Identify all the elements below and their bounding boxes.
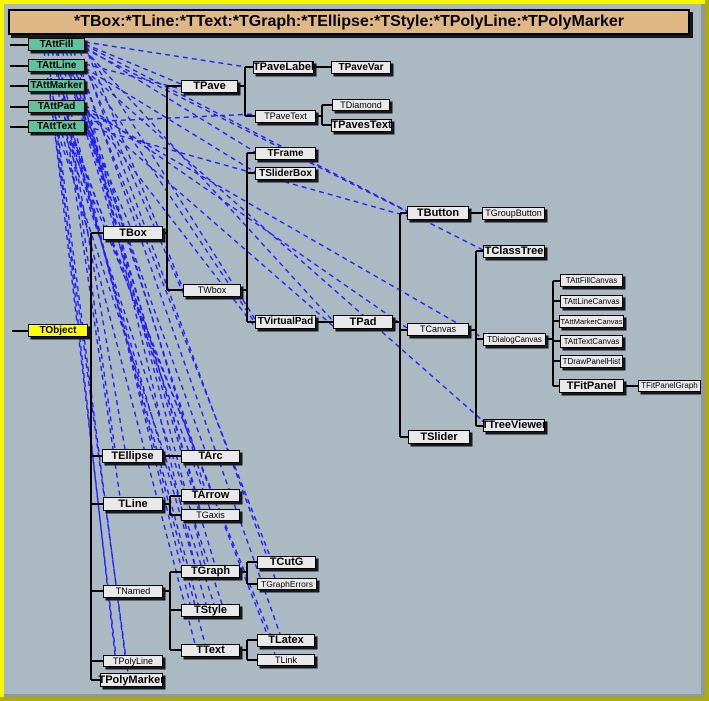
class-node-TSlider[interactable]: TSlider	[408, 430, 470, 444]
reference-edge	[70, 133, 275, 654]
class-node-TVirtualPad[interactable]: TVirtualPad	[255, 315, 316, 329]
class-node-TGroupButton[interactable]: TGroupButton	[482, 207, 545, 220]
class-node-TPaveLabel[interactable]: TPaveLabel	[253, 61, 314, 74]
reference-edge	[44, 51, 128, 673]
title-pave: *TBox:*TLine:*TText:*TGraph:*TEllipse:*T…	[8, 9, 690, 35]
class-node-TPolyMarker[interactable]: TPolyMarker	[100, 673, 163, 687]
class-node-TPave[interactable]: TPave	[181, 80, 238, 93]
class-node-TFitPanel[interactable]: TFitPanel	[559, 379, 624, 393]
class-node-TPavesText[interactable]: TPavesText	[331, 119, 392, 132]
class-node-TWbox[interactable]: TWbox	[183, 284, 241, 297]
class-node-TLine[interactable]: TLine	[103, 497, 163, 511]
class-node-TBox[interactable]: TBox	[103, 226, 163, 240]
frame-top	[0, 0, 709, 4]
class-node-TObject[interactable]: TObject	[28, 324, 88, 337]
class-node-TAttText[interactable]: TAttText	[28, 120, 85, 133]
class-node-TCanvas[interactable]: TCanvas	[407, 323, 469, 336]
class-node-TGraph[interactable]: TGraph	[181, 565, 240, 578]
class-node-TTreeViewer[interactable]: TTreeViewer	[483, 419, 545, 432]
class-node-TSliderBox[interactable]: TSliderBox	[255, 167, 316, 180]
class-node-TGaxis[interactable]: TGaxis	[181, 509, 240, 521]
class-node-TAttFillCanvas[interactable]: TAttFillCanvas	[560, 274, 623, 287]
class-node-TAttMarkerCanvas[interactable]: TAttMarkerCanvas	[559, 315, 624, 328]
root-canvas: TAttFill TAttLine TAttMarker TAttPad TAttTex…	[0, 0, 709, 701]
reference-edge	[85, 47, 255, 152]
class-node-TFrame[interactable]: TFrame	[255, 147, 316, 160]
class-node-TAttPad[interactable]: TAttPad	[28, 100, 85, 113]
class-node-TAttTextCanvas[interactable]: TAttTextCanvas	[560, 335, 623, 348]
class-node-TPolyLine[interactable]: TPolyLine	[103, 655, 163, 667]
class-node-TLatex[interactable]: TLatex	[257, 634, 315, 647]
reference-edge	[52, 51, 205, 644]
class-node-TArc[interactable]: TArc	[181, 450, 240, 463]
class-node-TAttMarker[interactable]: TAttMarker	[28, 79, 85, 92]
reference-edge	[68, 72, 205, 450]
class-node-TArrow[interactable]: TArrow	[181, 489, 240, 502]
class-node-TButton[interactable]: TButton	[407, 206, 469, 220]
title-text: *TBox:*TLine:*TText:*TGraph:*TEllipse:*T…	[74, 13, 624, 31]
class-node-TText[interactable]: TText	[181, 644, 240, 657]
class-node-TStyle[interactable]: TStyle	[181, 604, 240, 617]
class-node-TLink[interactable]: TLink	[257, 654, 315, 666]
class-node-TNamed[interactable]: TNamed	[103, 585, 163, 598]
class-node-TFitPanelGraph[interactable]: TFitPanelGraph	[638, 380, 701, 392]
class-node-TAttLineCanvas[interactable]: TAttLineCanvas	[560, 295, 623, 308]
class-node-TDrawPanelHist[interactable]: TDrawPanelHist	[560, 355, 623, 368]
class-node-TCutG[interactable]: TCutG	[257, 556, 316, 569]
class-node-TEllipse[interactable]: TEllipse	[102, 449, 163, 463]
class-node-TAttLine[interactable]: TAttLine	[28, 59, 85, 72]
class-node-TDiamond[interactable]: TDiamond	[332, 99, 390, 111]
class-node-TPad[interactable]: TPad	[333, 315, 393, 329]
reference-edge	[48, 51, 115, 655]
class-node-TClassTree[interactable]: TClassTree	[483, 245, 545, 258]
reference-edge	[80, 72, 270, 556]
class-node-TPaveText[interactable]: TPaveText	[255, 110, 316, 123]
reference-edge	[85, 126, 407, 216]
class-node-TPaveVar[interactable]: TPaveVar	[331, 61, 391, 74]
class-node-TDialogCanvas[interactable]: TDialogCanvas	[483, 333, 546, 346]
frame-left	[0, 0, 4, 701]
reference-edge	[66, 133, 270, 634]
class-node-TAttFill[interactable]: TAttFill	[28, 38, 85, 51]
frame-right	[705, 0, 709, 701]
class-node-TGraphErrors[interactable]: TGraphErrors	[257, 578, 317, 590]
frame-bottom	[0, 697, 709, 701]
